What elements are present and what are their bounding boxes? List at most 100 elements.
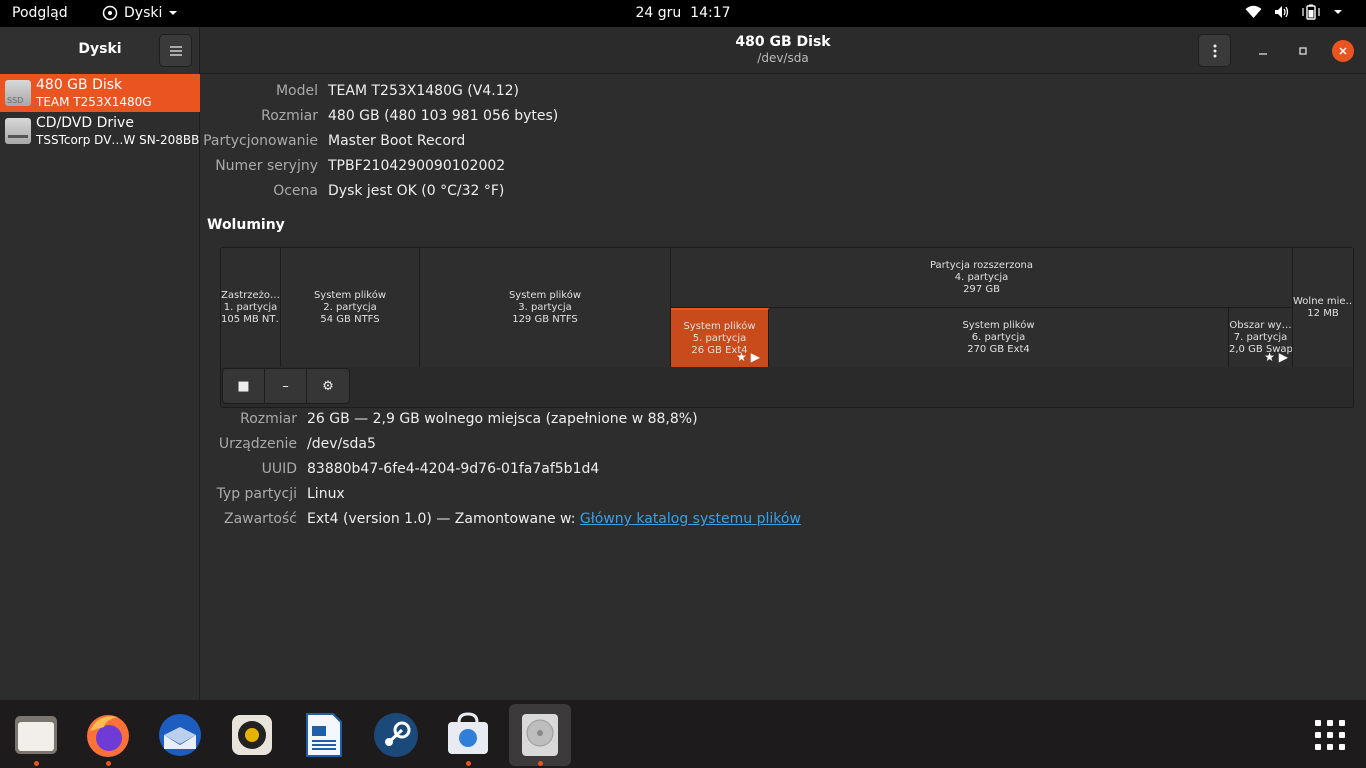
partition-type: System plików [508,289,582,301]
software-center-icon [448,712,488,754]
prop-value: Master Boot Record [328,133,466,149]
dock-files[interactable] [5,704,67,766]
dock-firefox[interactable] [77,704,139,766]
drive-item-cdrom[interactable]: CD/DVD Drive TSSTcorp DV…W SN-208BB [0,112,200,150]
unmount-button[interactable]: ■ [223,369,265,403]
header-bar: Dyski 480 GB Disk /dev/sda [0,27,1366,74]
drive-item-ssd[interactable]: SSD 480 GB Disk TEAM T253X1480G [0,74,200,112]
partition-6[interactable]: System plików 6. partycja 270 GB Ext4 [769,308,1229,367]
dock-thunderbird[interactable] [149,704,211,766]
prop-size: Rozmiar 480 GB (480 103 981 056 bytes) [201,108,1361,128]
partition-5[interactable]: System plików 5. partycja 26 GB Ext4 ★ ▶ [671,308,769,367]
libreoffice-writer-icon [306,713,342,757]
running-indicator [106,761,111,766]
play-icon: ▶ [1278,350,1288,364]
top-panel: Podgląd Dyski 24 gru 14:17 [0,0,1366,27]
prop-label: Rozmiar [261,108,318,124]
minimize-icon [1259,53,1267,55]
prop-value: 83880b47-6fe4-4204-9d76-01fa7af5b1d4 [307,461,600,477]
volumes-heading: Woluminy [207,217,285,233]
partition-4-extended[interactable]: Partycja rozszerzona 4. partycja 297 GB [671,248,1293,308]
drive-details: Model TEAM T253X1480G (V4.12) Rozmiar 48… [201,74,1366,700]
dock [0,700,1366,768]
maximize-icon [1299,47,1307,55]
volume-map: Zastrzeżo… 1. partycja 105 MB NT… System… [220,247,1354,408]
prop-serial: Numer seryjny TPBF2104290090102002 [201,158,1361,178]
partition-number: 2. partycja [323,301,377,313]
prop-value: TEAM T253X1480G (V4.12) [328,83,519,99]
disk-title: 480 GB Disk [735,34,831,50]
prop-label: Typ partycji [216,486,297,502]
clock[interactable]: 24 gru 14:17 [635,5,730,21]
vol-prop-contents: Zawartość Ext4 (version 1.0) — Zamontowa… [201,511,1361,531]
partition-size: 270 GB Ext4 [967,343,1030,355]
stop-icon: ■ [237,378,250,394]
partition-number: 1. partycja [223,301,278,313]
files-icon [15,716,57,754]
vertical-dots-icon [1213,44,1216,57]
partition-3[interactable]: System plików 3. partycja 129 GB NTFS [420,248,671,367]
chevron-down-icon [169,11,178,15]
time-label: 14:17 [690,5,731,21]
vol-prop-partition-type: Typ partycji Linux [201,486,1361,506]
prop-value: Dysk jest OK (0 °C/32 °F) [328,183,505,199]
app-menu[interactable]: Dyski [102,5,178,21]
partition-7[interactable]: Obszar wy… 7. partycja 2,0 GB Swap ★ ▶ [1229,308,1293,367]
activities-button[interactable]: Podgląd [12,5,68,21]
dock-libreoffice-writer[interactable] [293,704,355,766]
partition-number: 5. partycja [692,332,747,344]
star-icon: ★ [736,350,747,364]
show-apps-icon [1315,720,1345,750]
minimize-button[interactable] [1252,40,1274,62]
partition-type: Wolne mie… [1293,295,1353,307]
prop-label: Numer seryjny [215,158,318,174]
drive-options-button[interactable] [1198,34,1231,67]
volume-icon [1275,6,1289,18]
dock-software[interactable] [437,704,499,766]
vol-prop-device: Urządzenie /dev/sda5 [201,436,1361,456]
partition-1[interactable]: Zastrzeżo… 1. partycja 105 MB NT… [221,248,281,367]
partition-number: 6. partycja [971,331,1026,343]
dock-rhythmbox[interactable] [221,704,283,766]
ssd-badge: SSD [7,96,24,105]
prop-value: Linux [307,486,345,502]
partition-options-button[interactable]: ⚙ [307,369,349,403]
dock-steam[interactable] [365,704,427,766]
system-tray[interactable] [1245,4,1344,20]
disk-device-path: /dev/sda [757,51,809,65]
ssd-icon: SSD [5,80,31,106]
prop-assessment: Ocena Dysk jest OK (0 °C/32 °F) [201,183,1361,203]
app-menu-button[interactable] [159,34,192,67]
free-space[interactable]: Wolne mie… 12 MB [1293,248,1353,367]
partition-type: System plików [313,289,387,301]
thunderbird-icon [159,714,201,756]
mounted-status-icons: ★ ▶ [736,351,760,363]
prop-label: Ocena [273,183,318,199]
disks-app-icon [102,5,118,21]
star-icon: ★ [1264,350,1275,364]
close-button[interactable] [1332,40,1354,62]
mount-point-link[interactable]: Główny katalog systemu plików [580,511,801,527]
running-indicator [538,761,543,766]
dock-show-applications[interactable] [1299,704,1361,766]
running-indicator [466,761,471,766]
hamburger-menu-icon [169,45,182,56]
battery-icon [1302,4,1320,20]
dock-disks[interactable] [509,704,571,766]
power-menu-icon [1334,10,1342,14]
partition-size: 129 GB NTFS [512,313,578,325]
delete-partition-button[interactable]: – [265,369,307,403]
close-icon [1339,47,1347,55]
partition-number: 7. partycja [1233,331,1288,343]
partition-type: Partycja rozszerzona [929,259,1034,271]
prop-label: Rozmiar [240,411,297,427]
running-indicator [34,761,39,766]
partition-type: System plików [962,319,1035,331]
partition-2[interactable]: System plików 2. partycja 54 GB NTFS [281,248,420,367]
partition-type: Obszar wy… [1229,319,1292,331]
partition-size: 12 MB [1307,307,1339,319]
play-icon: ▶ [750,350,760,364]
prop-partitioning: Partycjonowanie Master Boot Record [201,133,1361,153]
maximize-button[interactable] [1292,40,1314,62]
optical-drive-icon [5,118,31,144]
